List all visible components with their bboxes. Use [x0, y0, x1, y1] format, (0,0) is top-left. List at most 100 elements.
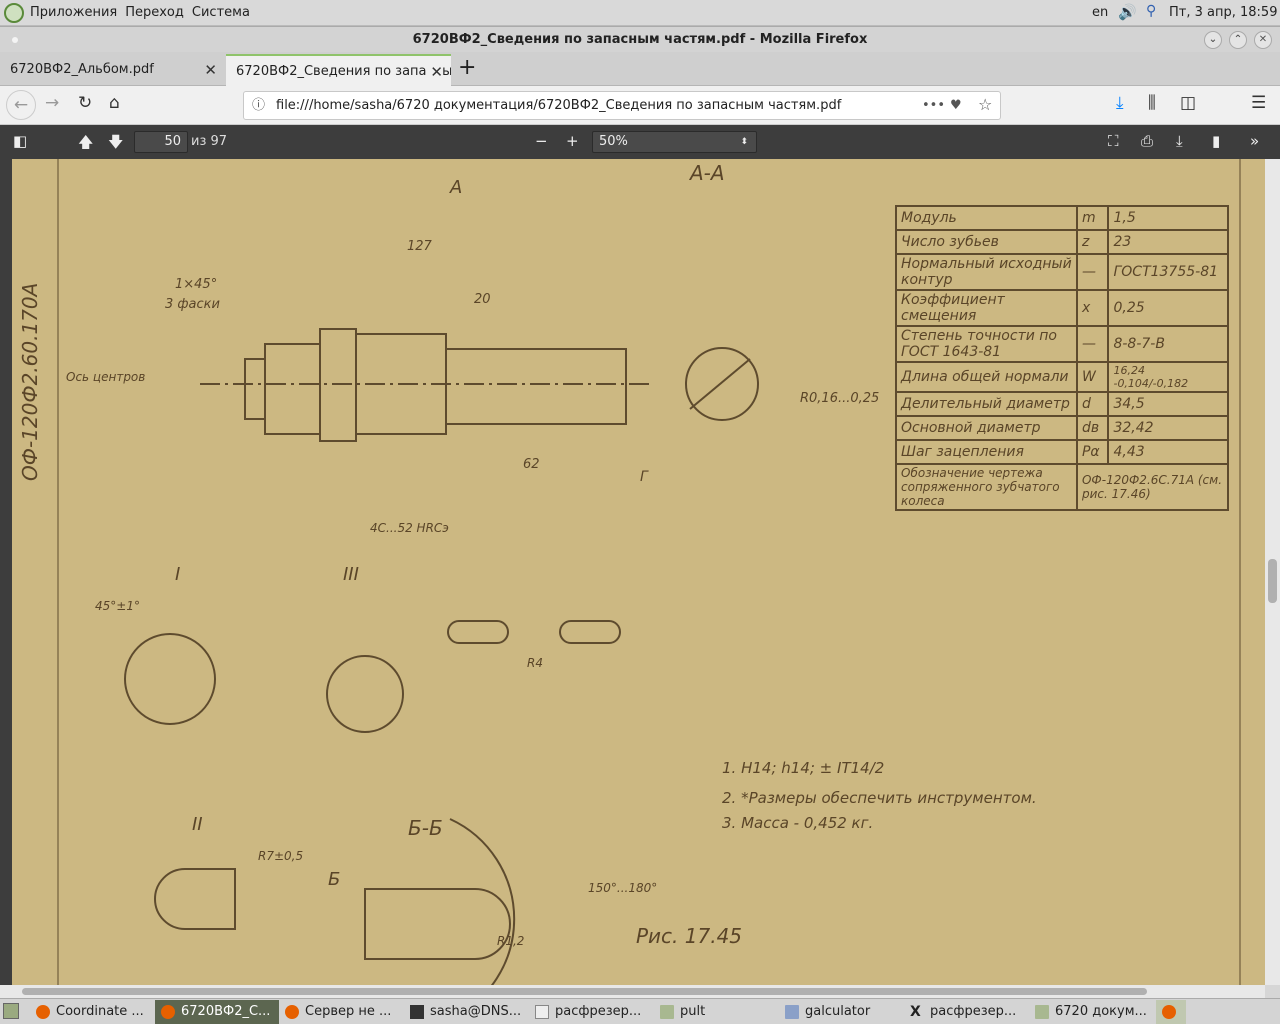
table-row: Обозначение чертежа сопряженного зубчато… — [895, 463, 1230, 511]
lang-indicator[interactable]: en — [1092, 5, 1108, 20]
folder-icon — [1035, 1005, 1049, 1019]
section-label: Б-Б — [408, 816, 443, 840]
firefox-icon — [1162, 1005, 1176, 1019]
zoom-out-icon[interactable]: − — [535, 132, 548, 150]
task-label: 6720ВФ2_С... — [181, 1004, 271, 1019]
task-firefox-active[interactable]: 6720ВФ2_С... — [155, 1000, 279, 1024]
menu-applications[interactable]: Приложения — [30, 5, 117, 20]
section-label: А-А — [690, 161, 725, 185]
table-row: Основной диаметр dв 32,42 — [895, 415, 1229, 441]
param: Число зубьев — [895, 229, 1078, 255]
pocket-icon[interactable]: ♥ — [950, 92, 962, 119]
close-tab-icon[interactable]: ✕ — [204, 54, 217, 86]
maximize-button[interactable]: ⌃ — [1229, 31, 1247, 49]
url-text: file:///home/sasha/6720 документация/672… — [276, 98, 842, 113]
home-button[interactable]: ⌂ — [109, 93, 120, 113]
folder-icon — [660, 1005, 674, 1019]
symbol: z — [1075, 229, 1110, 255]
task-folder-6720[interactable]: 6720 докум... — [1029, 1000, 1154, 1024]
zoom-select[interactable]: 50% ⬍ — [592, 131, 757, 153]
info-icon[interactable]: ⓘ — [252, 92, 265, 119]
window-menu-icon[interactable] — [12, 37, 18, 43]
task-galculator[interactable]: galculator — [779, 1000, 904, 1024]
annotation: 150°...180° — [588, 881, 658, 895]
library-button[interactable]: ⫼ — [1148, 93, 1156, 113]
symbol: Pα — [1075, 439, 1110, 465]
print-icon[interactable]: ⎙ — [1141, 132, 1153, 150]
param: Степень точности по ГОСТ 1643-81 — [895, 325, 1078, 363]
task-label: расфрезер... — [930, 1004, 1017, 1019]
mint-logo-icon[interactable] — [4, 2, 24, 23]
task-firefox-server[interactable]: Сервер не ... — [279, 1000, 404, 1024]
note: 1. H14; h14; ± IT14/2 — [722, 759, 885, 777]
scroll-thumb[interactable] — [22, 988, 1147, 995]
tab-spare-parts[interactable]: 6720ВФ2_Сведения по запасным частям.pdf✕ — [226, 54, 451, 86]
calculator-icon — [785, 1005, 799, 1019]
param: Длина общей нормали — [895, 361, 1078, 393]
tab-label: 6720ВФ2_Сведения по запасным частям.pdf — [236, 64, 451, 79]
previous-page-icon[interactable]: 🡅 — [78, 132, 93, 157]
bookmark-star-icon[interactable]: ☆ — [978, 91, 992, 118]
menu-go[interactable]: Переход — [125, 5, 184, 20]
save-icon[interactable]: ⤓ — [1176, 132, 1183, 150]
page-actions-icon[interactable]: ••• — [922, 92, 945, 119]
annotation: 45°±1° — [95, 599, 140, 613]
reload-button[interactable]: ↻ — [78, 93, 92, 113]
next-page-icon[interactable]: 🡇 — [108, 132, 123, 157]
annotation: R0,16...0,25 — [800, 391, 880, 406]
task-editor[interactable]: расфрезер... — [529, 1000, 654, 1024]
annotation: R1,2 — [497, 934, 525, 948]
volume-icon[interactable]: 🔊 — [1118, 3, 1137, 21]
tab-album[interactable]: 6720ВФ2_Альбом.pdf ✕ — [0, 54, 225, 86]
minimize-button[interactable]: ⌄ — [1204, 31, 1222, 49]
vertical-scrollbar[interactable] — [1265, 159, 1280, 985]
back-button[interactable]: ← — [6, 90, 36, 120]
sidebar-toggle-icon[interactable]: ◧ — [13, 132, 27, 150]
scroll-thumb[interactable] — [1268, 559, 1277, 603]
task-xfig[interactable]: Xрасфрезер... — [904, 1000, 1029, 1024]
value: 16,24 -0,104/-0,182 — [1107, 361, 1229, 393]
forward-button[interactable]: → — [45, 93, 59, 113]
menu-button[interactable]: ☰ — [1251, 93, 1266, 113]
show-desktop-icon[interactable] — [3, 1003, 19, 1019]
table-row: Коэффициент смещения x 0,25 — [895, 289, 1229, 327]
bookmark-icon[interactable]: ▮ — [1212, 132, 1220, 150]
value: 34,5 — [1107, 391, 1229, 417]
task-folder-pult[interactable]: pult — [654, 1000, 779, 1024]
annotation: А — [450, 177, 463, 198]
task-label: расфрезер... — [555, 1004, 642, 1019]
task-firefox-coordinate[interactable]: Coordinate ... — [30, 1000, 155, 1024]
param: Модуль — [895, 205, 1078, 231]
downloads-button[interactable]: ⤓ — [1116, 93, 1124, 113]
symbol: x — [1075, 289, 1110, 327]
note: 2. *Размеры обеспечить инструментом. — [722, 789, 1037, 807]
page-number-input[interactable]: 50 — [134, 131, 188, 153]
url-bar[interactable]: ⓘ file:///home/sasha/6720 документация/6… — [243, 91, 1001, 120]
dimension: 62 — [523, 457, 540, 472]
close-tab-icon[interactable]: ✕ — [427, 56, 443, 86]
firefox-icon — [36, 1005, 50, 1019]
network-icon[interactable]: ⚲ — [1146, 3, 1156, 19]
page-total: из 97 — [191, 134, 228, 149]
task-firefox-extra[interactable] — [1156, 1000, 1186, 1024]
close-window-button[interactable]: ✕ — [1254, 31, 1272, 49]
detail-label: II — [192, 814, 203, 835]
presentation-mode-icon[interactable]: ⛶ — [1108, 132, 1119, 150]
dimension: 20 — [474, 292, 491, 307]
clock[interactable]: Пт, 3 апр, 18:59 — [1169, 5, 1277, 20]
table-row: Число зубьев z 23 — [895, 229, 1229, 255]
task-label: 6720 докум... — [1055, 1004, 1147, 1019]
dimension: 127 — [407, 239, 432, 254]
sidebar-button[interactable]: ◫ — [1180, 93, 1196, 113]
tools-icon[interactable]: » — [1250, 132, 1259, 150]
terminal-icon — [410, 1005, 424, 1019]
drawing-number: ОФ-120Ф2.60.170А — [18, 282, 42, 481]
taskbar: Coordinate ... 6720ВФ2_С... Сервер не ..… — [0, 998, 1280, 1024]
new-tab-button[interactable]: + — [458, 55, 476, 80]
table-row: Длина общей нормали W 16,24 -0,104/-0,182 — [895, 361, 1229, 393]
figure-caption: Рис. 17.45 — [636, 924, 743, 948]
zoom-in-icon[interactable]: + — [566, 132, 579, 150]
task-terminal[interactable]: sasha@DNS... — [404, 1000, 529, 1024]
menu-system[interactable]: Система — [192, 5, 250, 20]
horizontal-scrollbar[interactable] — [0, 985, 1265, 998]
